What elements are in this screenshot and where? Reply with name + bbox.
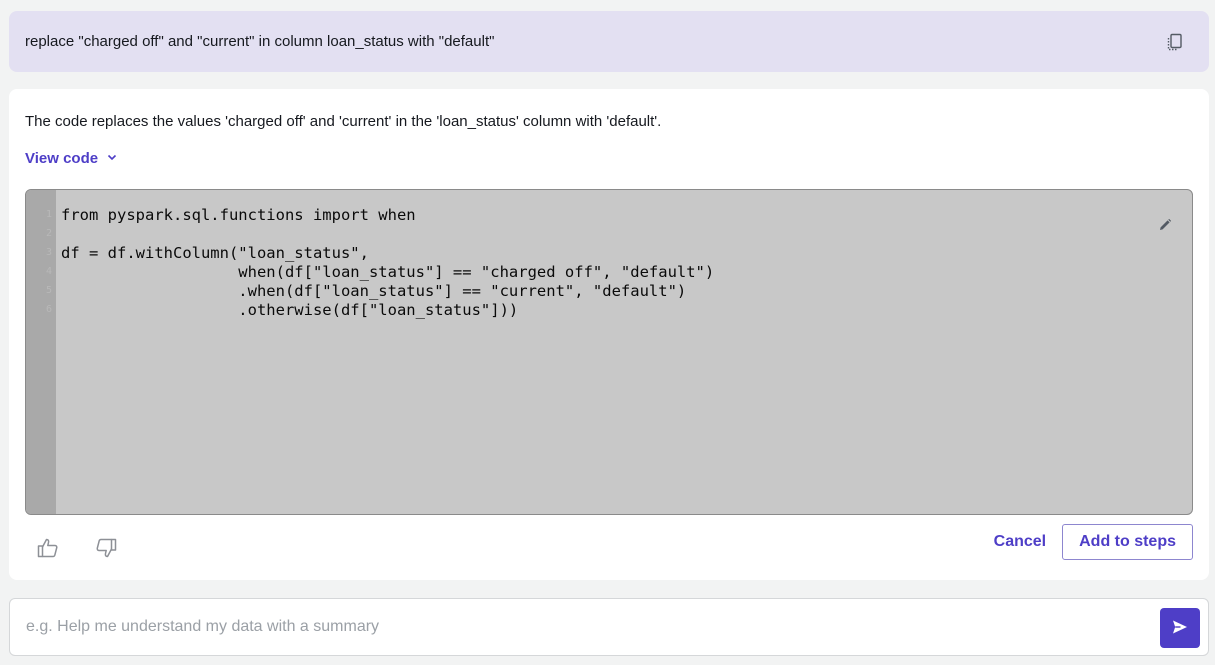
response-summary: The code replaces the values 'charged of… xyxy=(25,113,662,130)
user-prompt-bubble: replace "charged off" and "current" in c… xyxy=(9,11,1209,72)
line-number-gutter: 1 2 3 4 5 6 xyxy=(26,190,56,514)
thumbs-up-icon[interactable] xyxy=(35,535,61,561)
cancel-button[interactable]: Cancel xyxy=(994,533,1046,551)
pencil-icon[interactable] xyxy=(1156,216,1174,234)
add-to-steps-button[interactable]: Add to steps xyxy=(1062,524,1193,560)
code-line: .otherwise(df["loan_status"])) xyxy=(61,301,519,319)
send-icon xyxy=(1171,618,1189,639)
code-line: when(df["loan_status"] == "charged off",… xyxy=(61,263,715,281)
view-code-toggle[interactable]: View code xyxy=(25,150,118,167)
chat-input[interactable] xyxy=(10,599,1150,655)
assistant-response-card: The code replaces the values 'charged of… xyxy=(9,89,1209,580)
copy-icon[interactable] xyxy=(1161,28,1189,56)
chevron-down-icon xyxy=(106,150,118,167)
prompt-text: replace "charged off" and "current" in c… xyxy=(25,33,495,50)
chat-input-bar xyxy=(9,598,1209,656)
code-line: .when(df["loan_status"] == "current", "d… xyxy=(61,282,687,300)
thumbs-down-icon[interactable] xyxy=(93,535,119,561)
code-line: df = df.withColumn("loan_status", xyxy=(61,244,369,262)
view-code-label: View code xyxy=(25,150,99,167)
send-button[interactable] xyxy=(1160,608,1200,648)
code-line: from pyspark.sql.functions import when xyxy=(61,206,416,224)
feedback-controls xyxy=(35,535,119,561)
code-block: from pyspark.sql.functions import when df… xyxy=(61,206,714,320)
response-actions: Cancel Add to steps xyxy=(994,524,1193,560)
code-editor[interactable]: 1 2 3 4 5 6 from pyspark.sql.functions i… xyxy=(25,189,1193,515)
